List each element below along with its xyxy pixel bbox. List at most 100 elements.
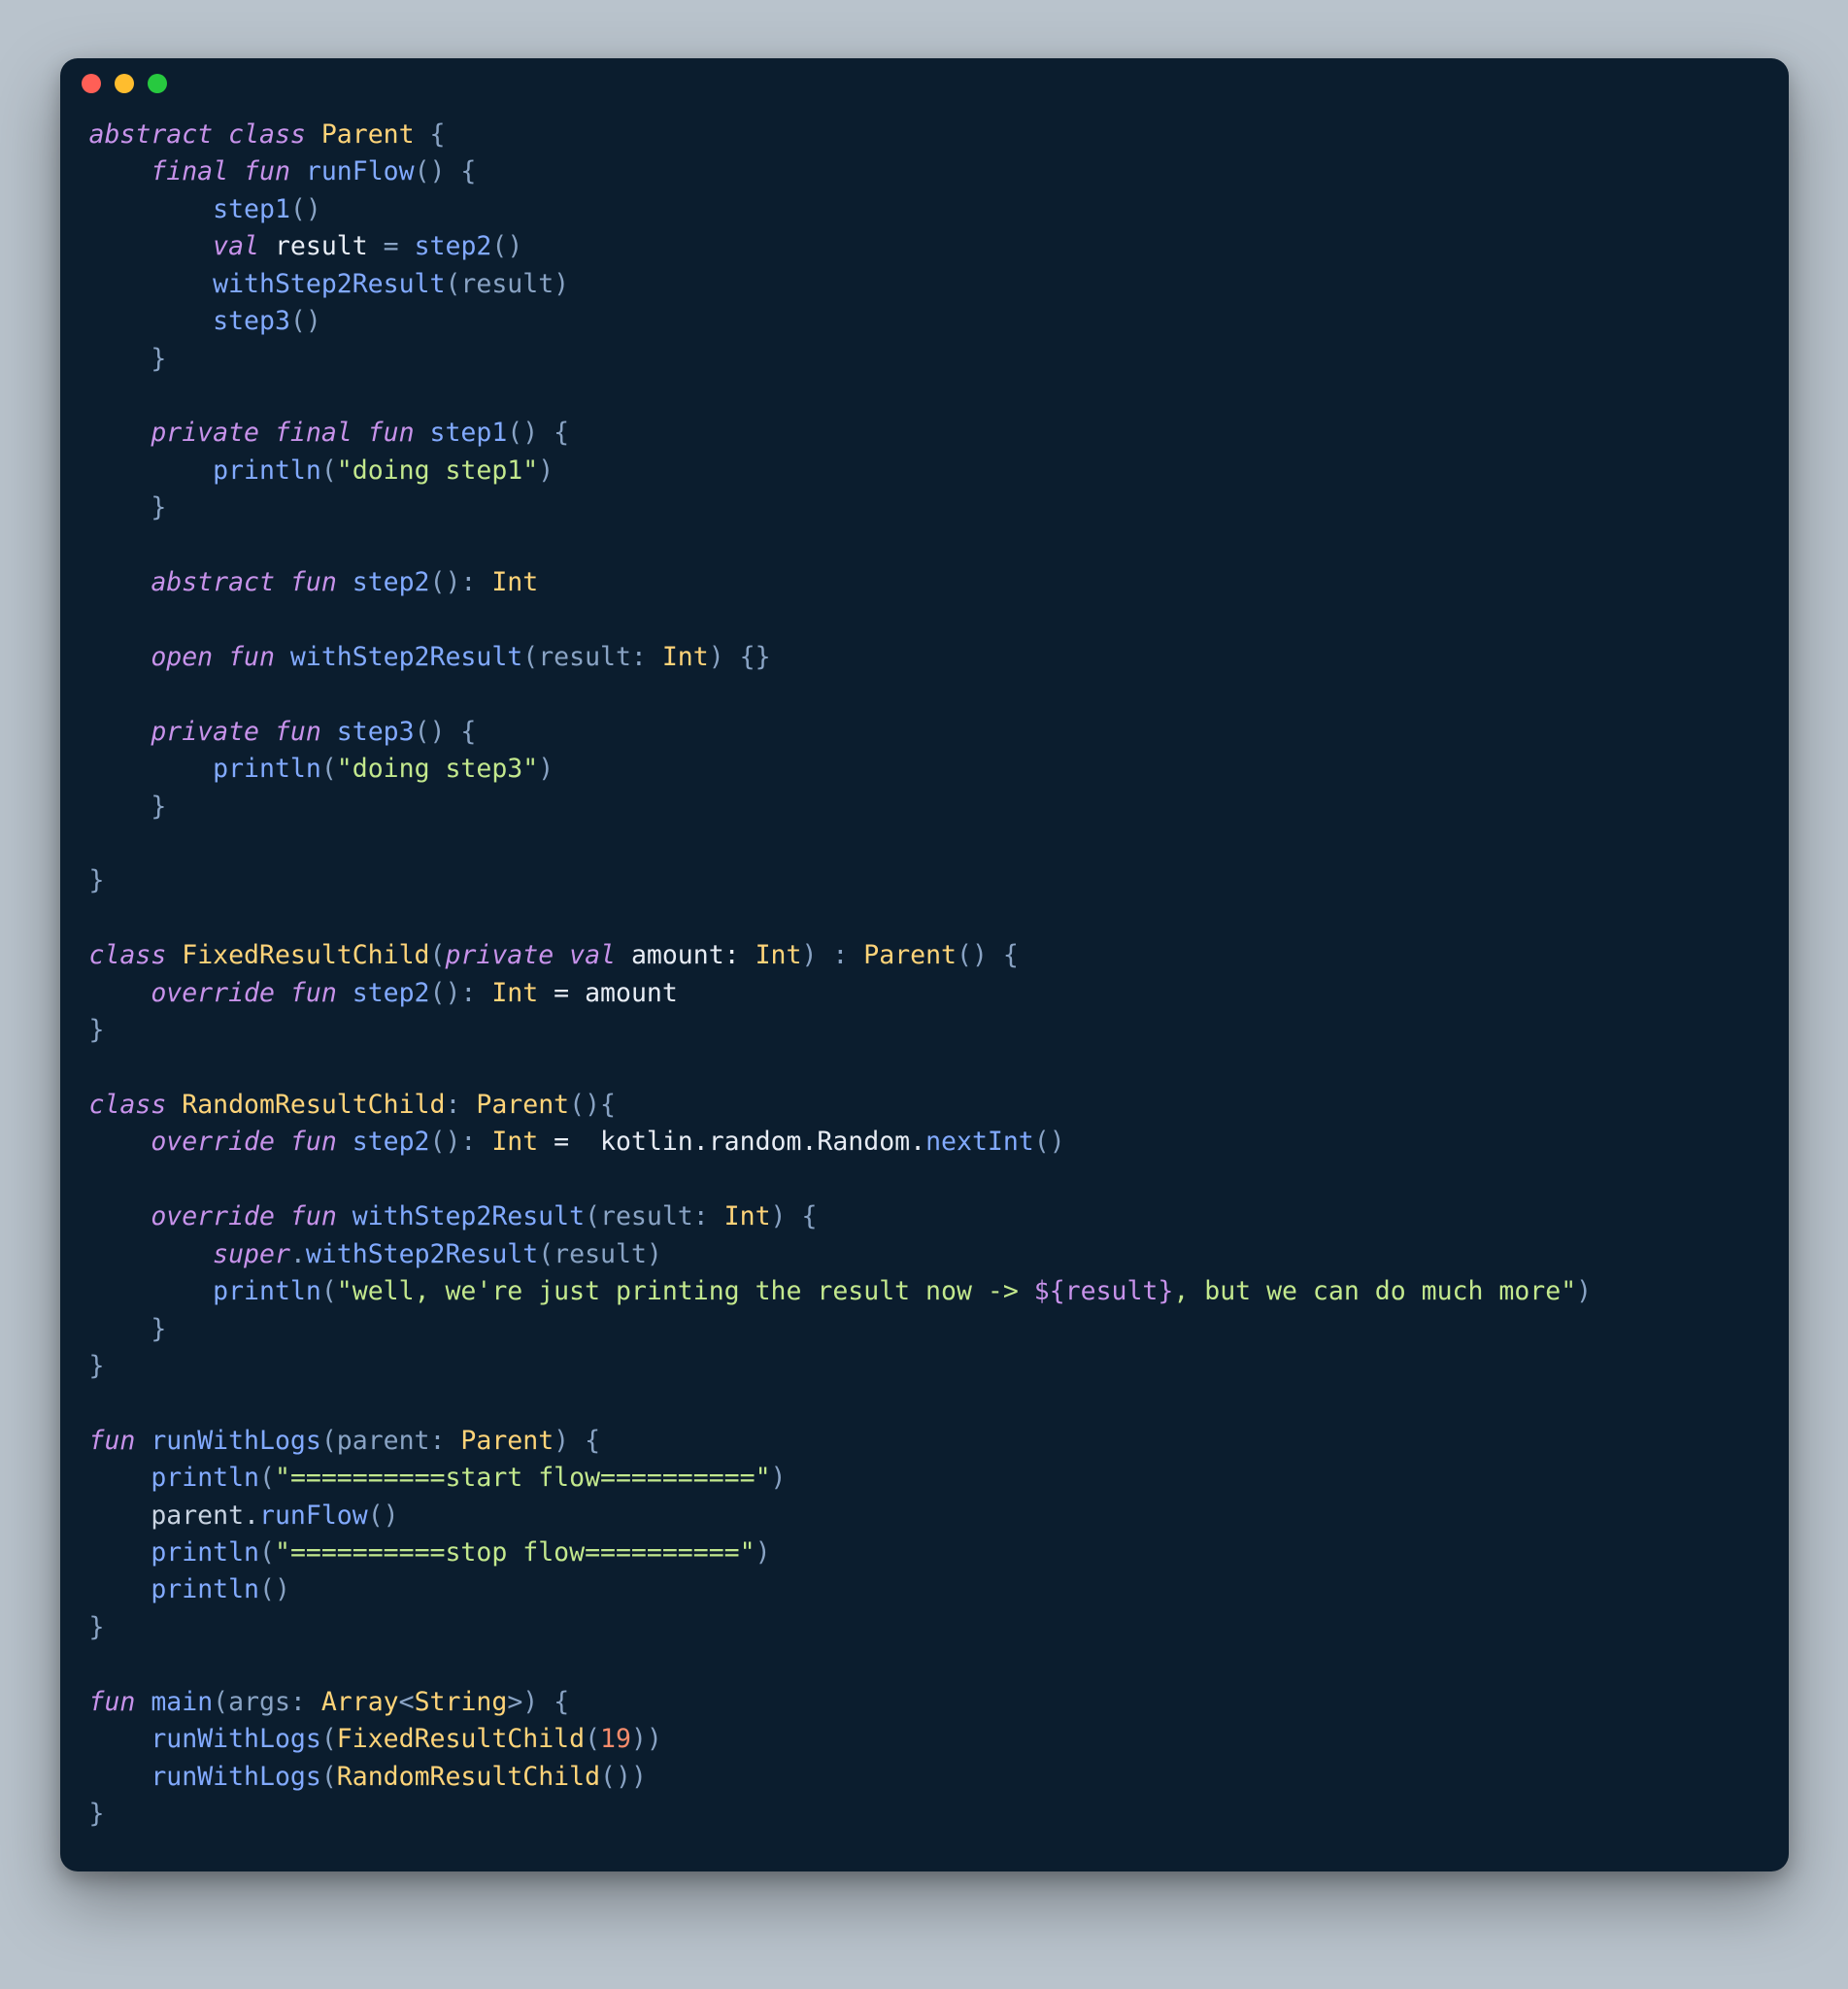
code-token — [89, 194, 214, 224]
code-token: ) { — [554, 1426, 600, 1456]
code-token: abstract class — [89, 119, 321, 150]
code-token: ) — [771, 1463, 787, 1493]
window-titlebar — [60, 58, 1789, 109]
code-token — [89, 1724, 151, 1754]
code-token: FixedResultChild — [337, 1724, 585, 1754]
code-token: >) { — [507, 1687, 569, 1717]
zoom-icon[interactable] — [148, 74, 167, 93]
code-token — [89, 1574, 151, 1604]
code-token: ( — [321, 1762, 337, 1792]
code-token: = amount — [538, 978, 678, 1008]
code-token — [89, 754, 214, 784]
code-token: } — [89, 344, 167, 374]
code-token: } — [89, 492, 167, 523]
code-token: fun — [89, 1687, 151, 1717]
code-token: println — [151, 1463, 259, 1493]
code-token: (): — [430, 567, 492, 597]
code-token: private fun — [89, 717, 337, 747]
code-token: class — [89, 940, 183, 970]
code-token: (parent: — [321, 1426, 461, 1456]
code-token: } — [89, 792, 167, 822]
code-token: nextInt — [925, 1127, 1034, 1157]
code-token: { — [415, 119, 446, 150]
code-token: 19 — [600, 1724, 631, 1754]
code-token: ( — [321, 754, 337, 784]
code-token: withStep2Result — [306, 1239, 538, 1269]
code-token: ) : — [801, 940, 863, 970]
code-token: println — [213, 754, 321, 784]
code-token: runWithLogs — [151, 1762, 321, 1792]
code-token — [89, 1463, 151, 1493]
code-token: amount: — [631, 940, 756, 970]
code-token: println — [151, 1537, 259, 1568]
code-token: private final fun — [89, 418, 430, 448]
code-token: ) — [538, 455, 554, 486]
code-token: ) { — [771, 1201, 818, 1231]
code-token: () { — [507, 418, 569, 448]
code-token: open fun — [89, 642, 290, 672]
code-token — [89, 1276, 214, 1306]
code-token: "==========stop flow==========" — [275, 1537, 756, 1568]
code-token: ) — [756, 1537, 771, 1568]
code-token: ()) — [600, 1762, 647, 1792]
code-token: , but we can do much more" — [1173, 1276, 1576, 1306]
code-token: Int — [756, 940, 802, 970]
code-token: step2 — [415, 231, 492, 261]
code-token: override fun — [89, 978, 353, 1008]
code-token: (result) — [445, 269, 569, 299]
code-token: Int — [662, 642, 709, 672]
code-token: private val — [445, 940, 630, 970]
code-token: ( — [321, 455, 337, 486]
code-token: (args: — [213, 1687, 321, 1717]
code-token: } — [89, 1314, 167, 1344]
code-token: ${result} — [1034, 1276, 1174, 1306]
code-token: (): — [430, 978, 492, 1008]
code-token: } — [89, 865, 105, 895]
code-token: ) — [1576, 1276, 1592, 1306]
code-token: step3 — [213, 306, 290, 336]
code-token — [89, 1762, 151, 1792]
code-token: Int — [491, 567, 538, 597]
code-token: ( — [259, 1463, 275, 1493]
code-token — [89, 1537, 151, 1568]
code-token: println — [151, 1574, 259, 1604]
code-token: "doing step3" — [337, 754, 538, 784]
code-token: } — [89, 1015, 105, 1045]
code-token: abstract fun — [89, 567, 353, 597]
code-token: withStep2Result — [290, 642, 522, 672]
code-token: Int — [724, 1201, 771, 1231]
close-icon[interactable] — [82, 74, 101, 93]
code-token: step3 — [337, 717, 415, 747]
code-token: println — [213, 1276, 321, 1306]
code-token: () — [1034, 1127, 1065, 1157]
code-token: ) — [538, 754, 554, 784]
code-token: . — [290, 1239, 306, 1269]
code-token: FixedResultChild — [182, 940, 429, 970]
code-token: = — [368, 231, 415, 261]
code-token: override fun — [89, 1127, 353, 1157]
code-token: runWithLogs — [151, 1724, 321, 1754]
code-token: < — [399, 1687, 415, 1717]
code-token: () — [290, 194, 321, 224]
code-token: "doing step1" — [337, 455, 538, 486]
code-token: )) — [631, 1724, 662, 1754]
code-token: ( — [321, 1724, 337, 1754]
code-content: abstract class Parent { final fun runFlo… — [60, 109, 1789, 1871]
code-token: () { — [415, 156, 477, 186]
code-token: "==========start flow==========" — [275, 1463, 771, 1493]
code-token: Int — [491, 978, 538, 1008]
code-token: step1 — [213, 194, 290, 224]
minimize-icon[interactable] — [115, 74, 134, 93]
code-token: = kotlin.random.Random. — [538, 1127, 925, 1157]
code-token: } — [89, 1799, 105, 1829]
code-token: main — [151, 1687, 213, 1717]
code-token — [89, 231, 214, 261]
code-token: () — [290, 306, 321, 336]
code-token: Int — [491, 1127, 538, 1157]
code-token: (){ — [569, 1090, 616, 1120]
code-token: fun — [89, 1426, 151, 1456]
code-token: runFlow — [306, 156, 415, 186]
code-token: Parent — [476, 1090, 569, 1120]
code-token: override fun — [89, 1201, 353, 1231]
code-token: } — [89, 1351, 105, 1381]
